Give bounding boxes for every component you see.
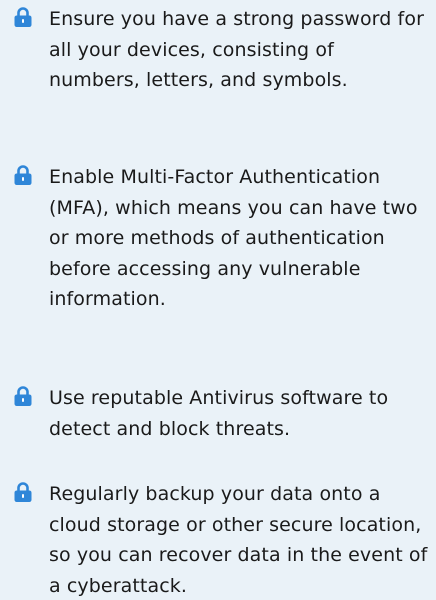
padlock-icon	[12, 6, 34, 28]
padlock-icon	[12, 481, 34, 503]
list-item: Enable Multi-Factor Authentication (MFA)…	[12, 162, 428, 315]
tip-text: Regularly backup your data onto a cloud …	[49, 483, 428, 597]
padlock-icon	[12, 164, 34, 186]
tip-text: Use reputable Antivirus software to dete…	[49, 387, 389, 440]
tip-text: Enable Multi-Factor Authentication (MFA)…	[49, 166, 418, 310]
list-item: Ensure you have a strong password for al…	[12, 4, 428, 96]
list-item: Use reputable Antivirus software to dete…	[12, 383, 428, 444]
tip-text: Ensure you have a strong password for al…	[49, 8, 424, 91]
list-item: Regularly backup your data onto a cloud …	[12, 479, 428, 600]
security-tips-list: Ensure you have a strong password for al…	[0, 0, 436, 600]
padlock-icon	[12, 385, 34, 407]
